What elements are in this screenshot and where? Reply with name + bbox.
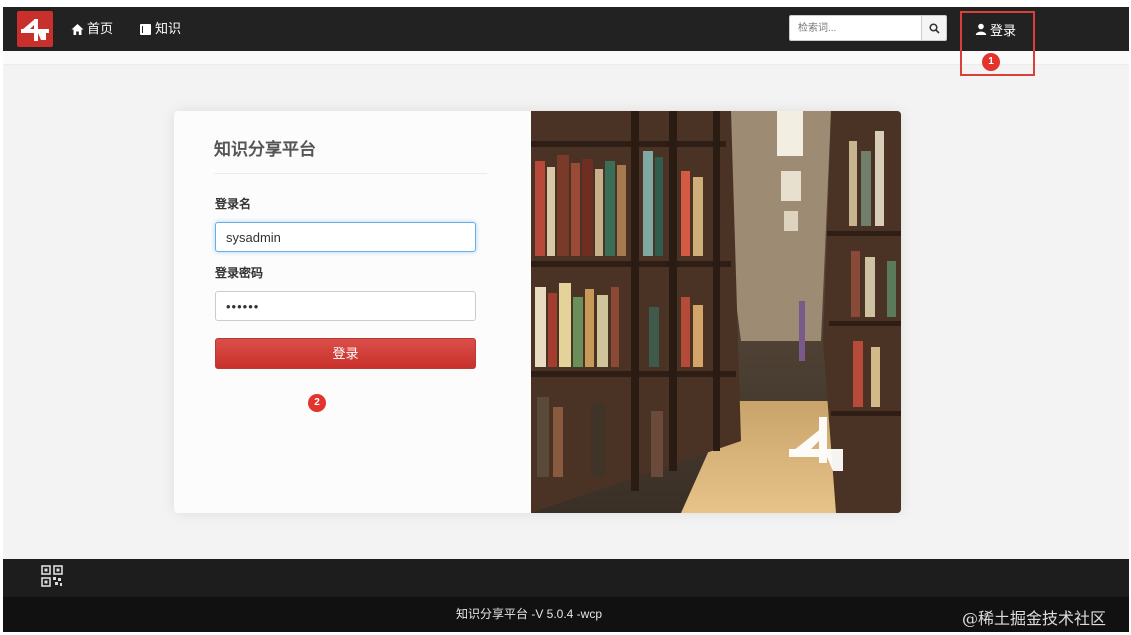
nav-home[interactable]: 首页 xyxy=(71,7,113,51)
site-watermark: @稀土掘金技术社区 xyxy=(962,609,1107,628)
search-input[interactable] xyxy=(789,15,921,41)
nav-knowledge-label: 知识 xyxy=(155,21,182,36)
password-input[interactable] xyxy=(215,291,476,321)
user-icon xyxy=(975,23,987,35)
annotation-badge-2: 2 xyxy=(308,394,326,412)
top-navbar: 首页 知识 登录 xyxy=(3,7,1129,51)
home-icon xyxy=(71,23,84,36)
username-input[interactable] xyxy=(215,222,476,252)
password-label: 登录密码 xyxy=(215,266,264,280)
page-frame: 首页 知识 登录 1 知识分享平台 登录名 登录密码 xyxy=(3,7,1129,632)
login-form-panel: 知识分享平台 登录名 登录密码 登录 xyxy=(174,111,531,513)
login-submit-button[interactable]: 登录 xyxy=(215,338,476,369)
search-icon xyxy=(928,22,940,34)
navbar-underlay xyxy=(3,51,1129,65)
book-icon xyxy=(139,23,152,36)
nav-home-label: 首页 xyxy=(87,21,114,36)
nav-login-link[interactable]: 登录 xyxy=(975,7,1016,51)
footer-top-bar xyxy=(3,559,1129,597)
annotation-badge-1: 1 xyxy=(982,53,1000,71)
qr-code-icon[interactable] xyxy=(41,565,63,587)
search-box xyxy=(789,15,947,41)
search-button[interactable] xyxy=(921,15,947,41)
footer-version-text: 知识分享平台 -V 5.0.4 -wcp xyxy=(455,607,603,621)
nav-knowledge[interactable]: 知识 xyxy=(139,7,181,51)
login-card: 知识分享平台 登录名 登录密码 登录 xyxy=(174,111,901,513)
form-title: 知识分享平台 xyxy=(214,140,316,159)
title-divider xyxy=(214,173,487,174)
library-hero-image xyxy=(531,111,901,513)
username-label: 登录名 xyxy=(215,197,252,211)
nav-login-label: 登录 xyxy=(990,22,1017,38)
logo-icon[interactable] xyxy=(17,11,53,47)
